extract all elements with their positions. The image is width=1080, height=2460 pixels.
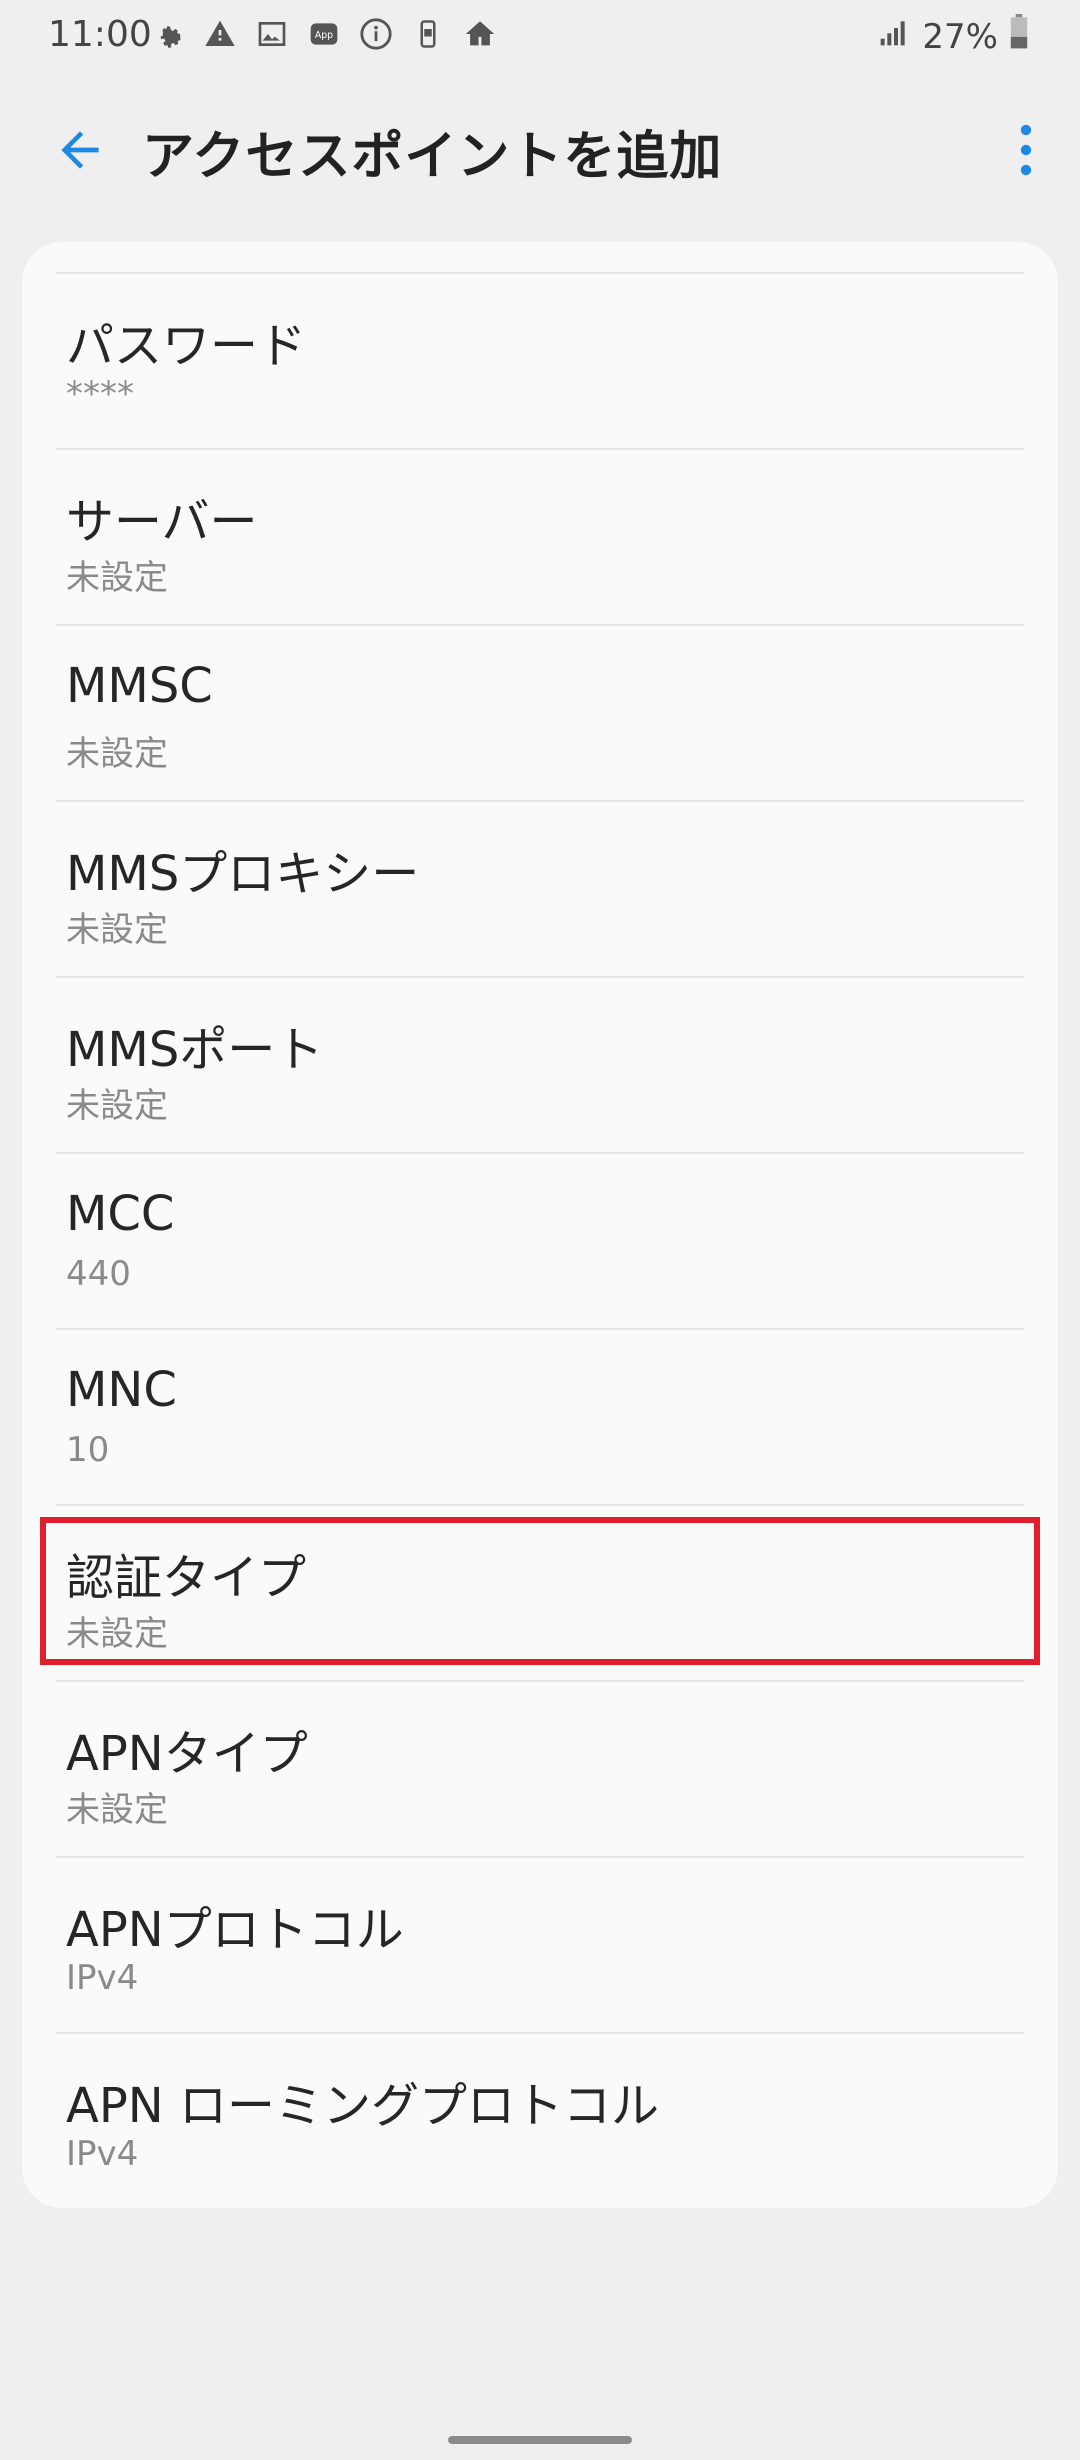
setting-title: 認証タイプ: [66, 1550, 307, 1606]
setting-value: IPv4: [66, 1958, 139, 1998]
gear-icon: [150, 16, 186, 52]
setting-value: 440: [66, 1254, 131, 1294]
more-vert-icon: [1020, 124, 1032, 176]
page-title: アクセスポイントを追加: [142, 127, 723, 187]
apn-settings-list: パスワード **** サーバー 未設定 MMSC 未設定 MMSプロキシー 未設…: [22, 272, 1058, 2208]
status-time: 11:00: [48, 14, 152, 55]
gesture-navigation-bar[interactable]: [448, 2436, 632, 2444]
back-arrow-icon: [61, 131, 99, 169]
device-icon: [410, 16, 446, 52]
setting-value: 未設定: [66, 1086, 168, 1126]
image-icon: [254, 16, 290, 52]
setting-auth-type[interactable]: 認証タイプ 未設定: [56, 1504, 1024, 1680]
setting-value: IPv4: [66, 2134, 139, 2174]
status-right: 27%: [876, 14, 1030, 59]
warning-icon: [202, 16, 238, 52]
setting-apn-protocol[interactable]: APNプロトコル IPv4: [56, 1856, 1024, 2032]
setting-title: APNタイプ: [66, 1726, 308, 1782]
setting-title: APNプロトコル: [66, 1902, 404, 1958]
setting-value: ****: [66, 374, 134, 414]
status-bar: 11:00 App 27%: [0, 0, 1080, 76]
setting-mcc[interactable]: MCC 440: [56, 1152, 1024, 1328]
setting-value: 未設定: [66, 1790, 168, 1830]
notification-icons: App: [150, 16, 498, 52]
setting-value: 未設定: [66, 910, 168, 950]
setting-title: サーバー: [66, 494, 258, 550]
home-icon: [462, 16, 498, 52]
setting-value: 未設定: [66, 734, 168, 774]
setting-value: 未設定: [66, 1614, 168, 1654]
setting-apn-roaming-protocol[interactable]: APN ローミングプロトコル IPv4: [56, 2032, 1024, 2208]
signal-icon: [876, 16, 912, 57]
back-button[interactable]: [52, 122, 108, 178]
setting-title: MCC: [66, 1186, 175, 1242]
setting-title: MMSポート: [66, 1022, 324, 1078]
setting-title: MNC: [66, 1362, 177, 1418]
setting-title: MMSC: [66, 658, 213, 714]
info-icon: [358, 16, 394, 52]
setting-mmsc[interactable]: MMSC 未設定: [56, 624, 1024, 800]
setting-server[interactable]: サーバー 未設定: [56, 448, 1024, 624]
setting-mms-proxy[interactable]: MMSプロキシー 未設定: [56, 800, 1024, 976]
setting-value: 未設定: [66, 558, 168, 598]
setting-password[interactable]: パスワード ****: [56, 272, 1024, 448]
setting-mms-port[interactable]: MMSポート 未設定: [56, 976, 1024, 1152]
setting-mnc[interactable]: MNC 10: [56, 1328, 1024, 1504]
setting-value: 10: [66, 1430, 110, 1470]
battery-icon: [1008, 14, 1030, 59]
more-options-button[interactable]: [1006, 120, 1046, 180]
setting-title: APN ローミングプロトコル: [66, 2078, 659, 2134]
app-icon: App: [306, 16, 342, 52]
app-bar: アクセスポイントを追加: [0, 100, 1080, 200]
setting-title: MMSプロキシー: [66, 846, 420, 902]
setting-title: パスワード: [66, 318, 307, 374]
battery-percent: 27%: [922, 16, 998, 57]
svg-text:App: App: [315, 30, 333, 41]
settings-card: パスワード **** サーバー 未設定 MMSC 未設定 MMSプロキシー 未設…: [22, 242, 1058, 2208]
setting-apn-type[interactable]: APNタイプ 未設定: [56, 1680, 1024, 1856]
